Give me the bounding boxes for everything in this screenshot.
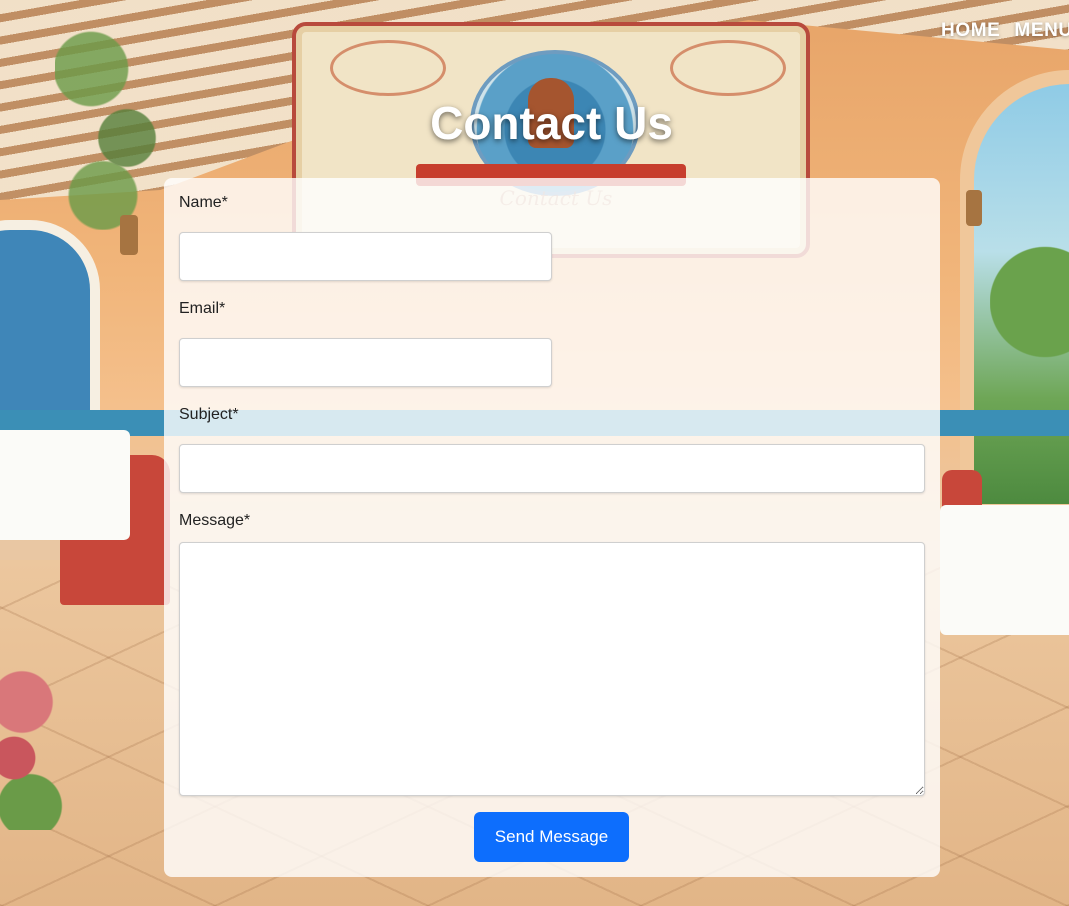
name-field[interactable] — [179, 232, 552, 281]
background-flowers — [0, 670, 70, 830]
top-nav: HOME MENU — [941, 20, 1069, 42]
background-table-left — [0, 430, 130, 540]
message-textarea[interactable] — [179, 542, 925, 796]
page-title: Contact Us — [430, 97, 673, 149]
name-label: Name* — [179, 194, 228, 211]
background-lantern-left — [120, 215, 138, 255]
sign-scroll-ornament-right — [670, 40, 786, 96]
message-label: Message* — [179, 512, 251, 529]
nav-link-home[interactable]: HOME — [941, 20, 1000, 42]
send-message-button[interactable]: Send Message — [474, 812, 629, 862]
subject-label: Subject* — [179, 406, 239, 423]
sign-scroll-ornament-left — [330, 40, 446, 96]
background-lantern-right — [966, 190, 982, 226]
email-label: Email* — [179, 300, 226, 317]
subject-field[interactable] — [179, 444, 925, 493]
background-table-right — [940, 505, 1069, 635]
background-window-left — [0, 220, 100, 430]
email-field[interactable] — [179, 338, 552, 387]
page: Contact Us HOME MENU Contact Us Name* Em… — [0, 0, 1069, 906]
background-tree — [990, 230, 1069, 410]
contact-form: Name* Email* Subject* Message* Send Mess… — [164, 178, 940, 877]
nav-link-menu[interactable]: MENU — [1014, 20, 1069, 42]
